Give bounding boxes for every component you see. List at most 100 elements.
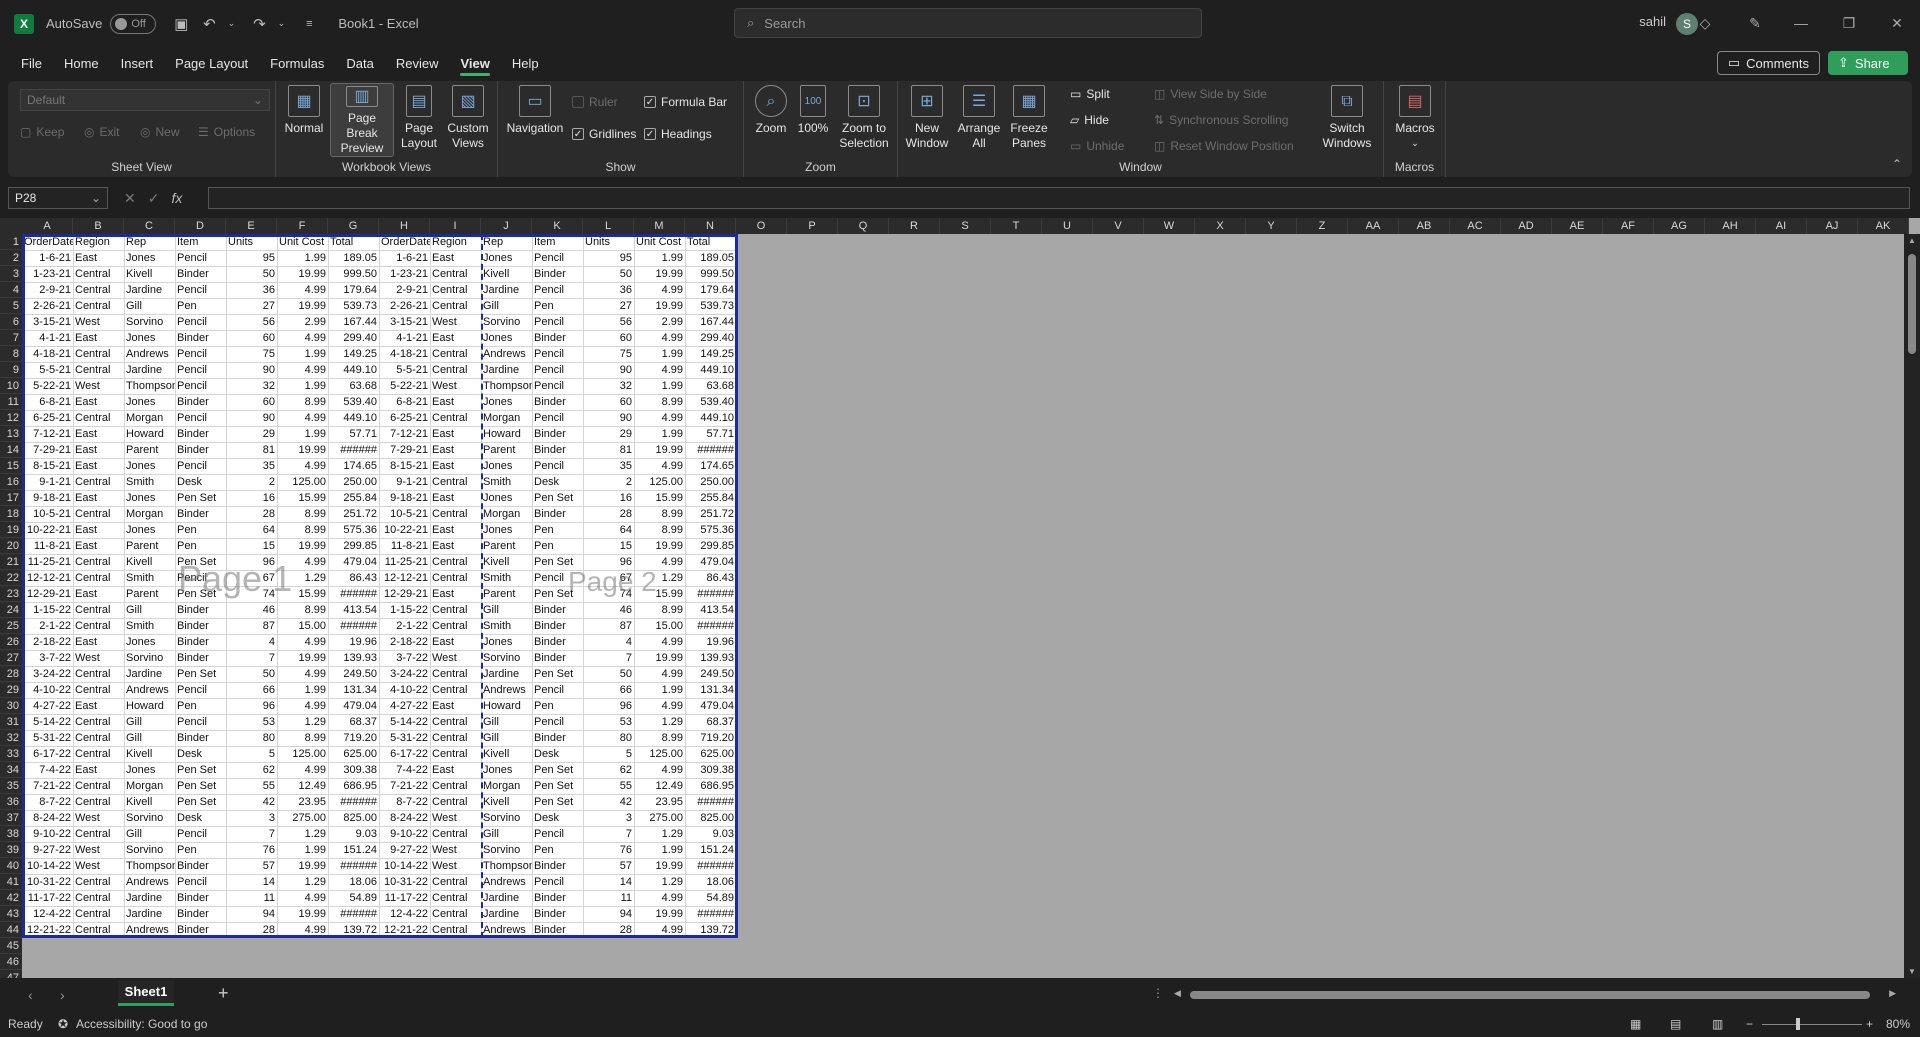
collapse-ribbon-icon[interactable]: ⌃ bbox=[1892, 157, 1902, 171]
column-header[interactable]: Q bbox=[838, 218, 889, 234]
page-break-view-icon[interactable]: ▥ bbox=[1712, 1017, 1723, 1031]
diamond-icon[interactable]: ◇ bbox=[1690, 8, 1720, 38]
row-header[interactable]: 26 bbox=[0, 634, 22, 650]
row-header[interactable]: 1 bbox=[0, 234, 22, 250]
row-header[interactable]: 7 bbox=[0, 330, 22, 346]
add-sheet-icon[interactable]: + bbox=[218, 983, 229, 1004]
menu-formulas[interactable]: Formulas bbox=[259, 47, 335, 79]
horizontal-scroll-thumb[interactable] bbox=[1190, 991, 1870, 999]
row-header[interactable]: 38 bbox=[0, 826, 22, 842]
row-header[interactable]: 39 bbox=[0, 842, 22, 858]
row-header[interactable]: 47 bbox=[0, 970, 22, 978]
custom-views-button[interactable]: ▧ Custom Views bbox=[444, 85, 492, 151]
switch-windows-button[interactable]: ⧉ Switch Windows bbox=[1314, 85, 1380, 151]
column-header[interactable]: AC bbox=[1450, 218, 1501, 234]
next-sheet-icon[interactable]: › bbox=[60, 987, 65, 1003]
row-header[interactable]: 9 bbox=[0, 362, 22, 378]
page-break-preview-button[interactable]: ▥ Page Break Preview bbox=[330, 83, 394, 157]
column-header[interactable]: H bbox=[379, 218, 430, 234]
row-header[interactable]: 5 bbox=[0, 298, 22, 314]
menu-home[interactable]: Home bbox=[53, 47, 110, 79]
column-header[interactable]: F bbox=[277, 218, 328, 234]
column-header[interactable]: Y bbox=[1246, 218, 1297, 234]
row-header[interactable]: 30 bbox=[0, 698, 22, 714]
options-button[interactable]: ☰ Options bbox=[198, 125, 255, 139]
row-header[interactable]: 22 bbox=[0, 570, 22, 586]
row-header[interactable]: 37 bbox=[0, 810, 22, 826]
autosave-toggle[interactable]: Off bbox=[110, 13, 157, 34]
save-icon[interactable]: ▣ bbox=[170, 13, 192, 35]
row-header[interactable]: 14 bbox=[0, 442, 22, 458]
row-header[interactable]: 44 bbox=[0, 922, 22, 938]
row-header[interactable]: 16 bbox=[0, 474, 22, 490]
gridlines-checkbox[interactable]: ✓ Gridlines bbox=[572, 127, 636, 141]
row-header[interactable]: 24 bbox=[0, 602, 22, 618]
zoom-100-button[interactable]: 100 100% bbox=[794, 85, 832, 136]
column-header[interactable]: AB bbox=[1399, 218, 1450, 234]
row-header[interactable]: 18 bbox=[0, 506, 22, 522]
more-options-icon[interactable]: ⋮ bbox=[1152, 986, 1164, 1000]
row-header[interactable]: 45 bbox=[0, 938, 22, 954]
share-button[interactable]: ⇪ Share bbox=[1828, 51, 1908, 75]
accessibility-status[interactable]: Accessibility: Good to go bbox=[76, 1017, 207, 1031]
menu-data[interactable]: Data bbox=[335, 47, 384, 79]
row-header[interactable]: 34 bbox=[0, 762, 22, 778]
zoom-to-selection-button[interactable]: ⊡ Zoom to Selection bbox=[834, 85, 894, 151]
zoom-button[interactable]: ⌕ Zoom bbox=[752, 85, 790, 136]
row-header[interactable]: 28 bbox=[0, 666, 22, 682]
page-break-line[interactable] bbox=[481, 234, 483, 938]
horizontal-scrollbar[interactable]: ◀ ▶ bbox=[1170, 988, 1900, 1002]
column-header[interactable]: R bbox=[889, 218, 940, 234]
row-header[interactable]: 20 bbox=[0, 538, 22, 554]
column-header[interactable]: B bbox=[73, 218, 124, 234]
arrange-all-button[interactable]: ☰ Arrange All bbox=[956, 85, 1002, 151]
menu-help[interactable]: Help bbox=[501, 47, 550, 79]
row-header[interactable]: 21 bbox=[0, 554, 22, 570]
row-header[interactable]: 10 bbox=[0, 378, 22, 394]
accessibility-icon[interactable]: ✪ bbox=[58, 1017, 68, 1031]
column-header[interactable]: AI bbox=[1756, 218, 1807, 234]
zoom-slider-thumb[interactable] bbox=[1796, 1018, 1800, 1030]
column-header[interactable]: AH bbox=[1705, 218, 1756, 234]
formula-bar-checkbox[interactable]: ✓ Formula Bar bbox=[644, 95, 727, 109]
row-header[interactable]: 3 bbox=[0, 266, 22, 282]
menu-review[interactable]: Review bbox=[385, 47, 450, 79]
column-header[interactable]: E bbox=[226, 218, 277, 234]
ruler-checkbox[interactable]: Ruler bbox=[572, 95, 618, 109]
column-header[interactable]: Z bbox=[1297, 218, 1348, 234]
vertical-scroll-thumb[interactable] bbox=[1908, 254, 1916, 354]
row-header[interactable]: 12 bbox=[0, 410, 22, 426]
row-header[interactable]: 32 bbox=[0, 730, 22, 746]
new-window-button[interactable]: ⊞ New Window bbox=[902, 85, 952, 151]
menu-page-layout[interactable]: Page Layout bbox=[164, 47, 259, 79]
row-header[interactable]: 43 bbox=[0, 906, 22, 922]
column-header[interactable]: K bbox=[532, 218, 583, 234]
prev-sheet-icon[interactable]: ‹ bbox=[28, 987, 33, 1003]
row-header[interactable]: 4 bbox=[0, 282, 22, 298]
cancel-icon[interactable]: ✕ bbox=[124, 190, 136, 207]
normal-view-button[interactable]: ▦ Normal bbox=[282, 85, 326, 136]
exit-button[interactable]: ◎ Exit bbox=[84, 125, 120, 139]
zoom-level[interactable]: 80% bbox=[1886, 1017, 1910, 1031]
column-header[interactable]: G bbox=[328, 218, 379, 234]
zoom-out-icon[interactable]: − bbox=[1746, 1017, 1753, 1031]
new-view-button[interactable]: ◎ New bbox=[140, 125, 180, 139]
name-box[interactable]: P28 ⌄ bbox=[8, 187, 108, 209]
column-header[interactable]: AK bbox=[1858, 218, 1909, 234]
row-header[interactable]: 46 bbox=[0, 954, 22, 970]
select-all-corner[interactable] bbox=[0, 218, 22, 234]
restore-icon[interactable]: ❐ bbox=[1834, 8, 1864, 38]
reset-window-position-button[interactable]: ◫ Reset Window Position bbox=[1154, 139, 1294, 153]
row-header[interactable]: 29 bbox=[0, 682, 22, 698]
row-header[interactable]: 17 bbox=[0, 490, 22, 506]
column-header[interactable]: AA bbox=[1348, 218, 1399, 234]
view-side-by-side-button[interactable]: ◫ View Side by Side bbox=[1154, 87, 1267, 101]
undo-icon[interactable]: ↶ bbox=[198, 13, 220, 35]
scroll-right-icon[interactable]: ▶ bbox=[1889, 988, 1896, 999]
freeze-panes-button[interactable]: ▦ Freeze Panes bbox=[1006, 85, 1052, 151]
row-header[interactable]: 19 bbox=[0, 522, 22, 538]
row-header[interactable]: 23 bbox=[0, 586, 22, 602]
menu-insert[interactable]: Insert bbox=[110, 47, 165, 79]
redo-dropdown-icon[interactable]: ⌄ bbox=[270, 13, 292, 35]
column-header[interactable]: O bbox=[736, 218, 787, 234]
